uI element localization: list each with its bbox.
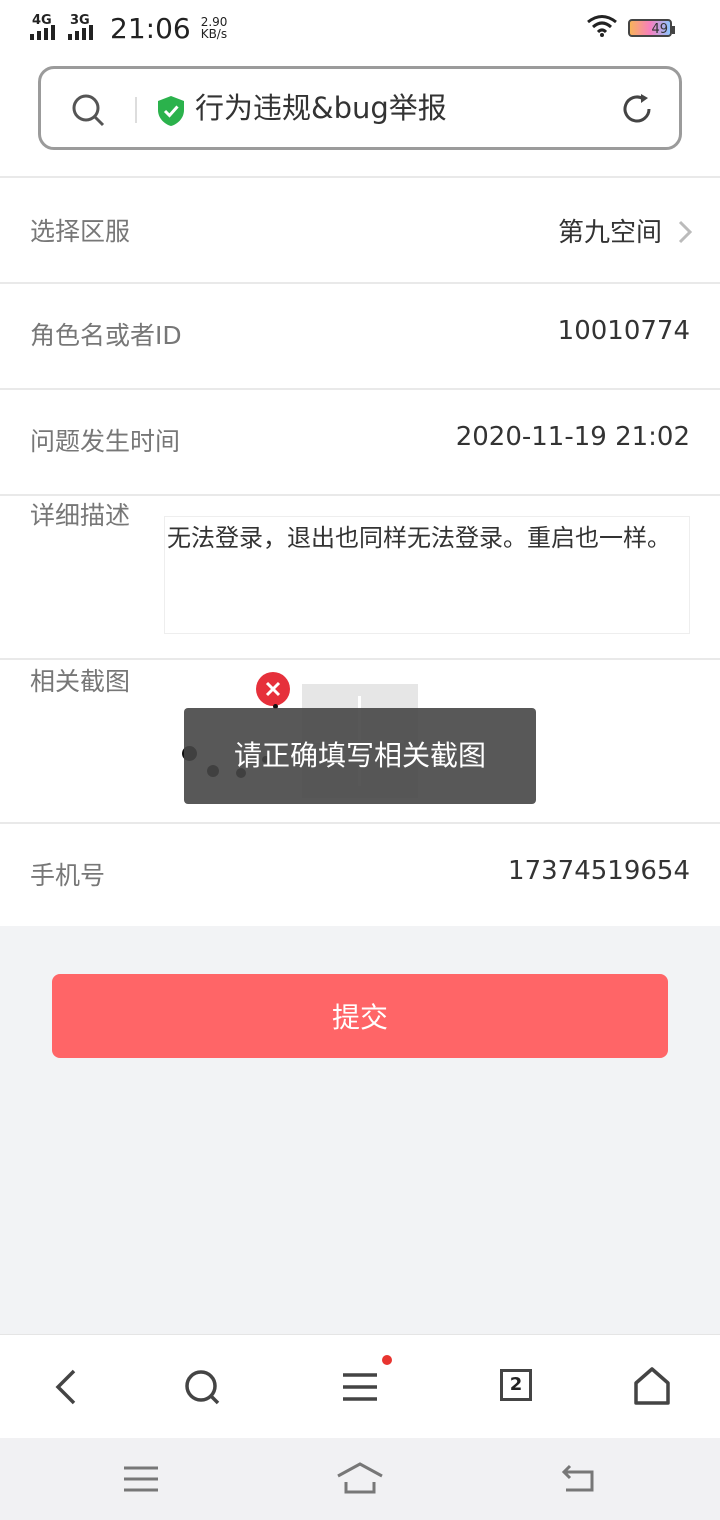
screenshot-label: 相关截图 [30,667,131,696]
notification-dot [382,1355,392,1365]
time-label: 问题发生时间 [30,427,181,456]
role-input[interactable]: 10010774 [558,316,690,346]
region-label: 选择区服 [30,217,131,246]
search-icon[interactable] [71,93,105,131]
wifi-icon [586,14,618,42]
phone-label: 手机号 [30,861,106,890]
menu-icon[interactable] [340,1355,392,1409]
tab-count: 2 [500,1369,532,1401]
delete-icon[interactable] [256,672,290,706]
description-row: 详细描述 无法登录，退出也同样无法登录。重启也一样。 [0,494,720,658]
phone-input[interactable]: 17374519654 [508,856,690,886]
network-speed: 2.90 KB/s [201,16,228,40]
search-icon[interactable] [180,1365,224,1409]
recents-icon[interactable] [122,1460,162,1500]
page-title: 行为违规&bug举报 [195,91,447,125]
region-value: 第九空间 [557,218,662,248]
speed-unit: KB/s [200,27,228,41]
status-bar: 4G 3G 21:06 2.90 KB/s 49 [0,0,720,56]
tabs-icon[interactable]: 2 [498,1365,542,1409]
browser-toolbar: 2 [0,1334,720,1439]
address-bar[interactable]: 行为违规&bug举报 [38,66,682,150]
report-form: 选择区服 第九空间 角色名或者ID 10010774 问题发生时间 2020-1… [0,176,720,926]
description-textarea[interactable]: 无法登录，退出也同样无法登录。重启也一样。 [164,516,690,634]
toast-message: 请正确填写相关截图 [184,708,536,804]
submit-button[interactable]: 提交 [52,974,668,1058]
back-nav-icon[interactable] [560,1460,600,1500]
region-select-row[interactable]: 选择区服 第九空间 [0,176,720,282]
clock: 21:06 [110,11,191,45]
battery-icon: 49 [628,19,675,37]
browser-address-area: 行为违规&bug举报 [0,56,720,176]
time-row: 问题发生时间 2020-11-19 21:02 [0,388,720,494]
back-icon[interactable] [46,1365,90,1409]
system-nav-bar [0,1438,720,1520]
reload-icon[interactable] [619,91,655,131]
role-row: 角色名或者ID 10010774 [0,282,720,388]
divider [135,97,137,123]
role-label: 角色名或者ID [30,321,182,350]
home-icon[interactable] [632,1365,676,1409]
signal-icon-3g: 3G [68,14,100,42]
chevron-right-icon [678,220,693,248]
phone-row: 手机号 17374519654 [0,822,720,926]
shield-check-icon [157,95,185,131]
home-nav-icon[interactable] [336,1460,386,1500]
signal-icon-4g: 4G [30,14,62,42]
time-input[interactable]: 2020-11-19 21:02 [456,422,690,452]
description-label: 详细描述 [30,501,131,530]
